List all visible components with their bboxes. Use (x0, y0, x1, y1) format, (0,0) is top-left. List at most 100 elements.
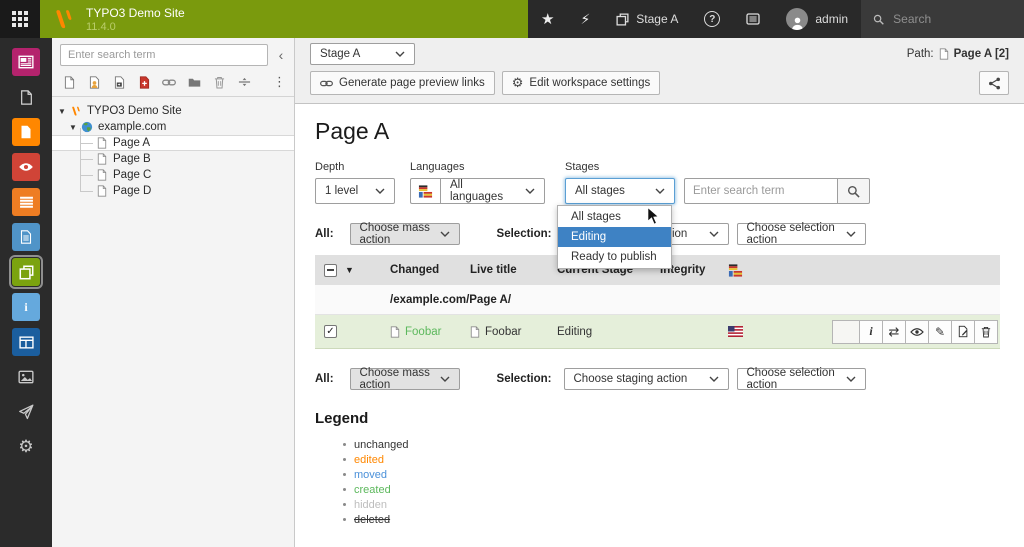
collapse-tree-button[interactable]: ‹ (272, 47, 290, 63)
selection-action-select[interactable]: Choose selection action (737, 368, 866, 390)
edit-button[interactable]: ✎ (929, 320, 952, 344)
help-menu-button[interactable]: ? (691, 0, 733, 38)
module-template[interactable] (12, 223, 40, 251)
typo3-version: 11.4.0 (86, 21, 185, 33)
new-shortcut-icon[interactable] (112, 75, 126, 89)
module-page[interactable] (12, 48, 40, 76)
caret-down-icon[interactable]: ▼ (345, 265, 354, 275)
stages-option-all[interactable]: All stages (558, 207, 671, 227)
page-title: Page A (315, 118, 1004, 145)
mass-action-select[interactable]: Choose mass action (350, 368, 460, 390)
workspace-search-input[interactable] (684, 178, 838, 204)
tree-more-options-button[interactable]: ⋮ (273, 74, 286, 90)
workspace-switcher[interactable]: Stage A (603, 0, 691, 38)
row-stage[interactable]: Editing (557, 326, 660, 338)
user-menu-button[interactable]: admin (773, 0, 861, 38)
expand-toggle-icon[interactable]: ▼ (68, 123, 78, 132)
chevron-down-icon (395, 51, 405, 57)
selection-label: Selection: (497, 228, 552, 240)
new-spacer-icon[interactable] (237, 75, 251, 89)
selection-action-value: Choose selection action (747, 222, 838, 246)
tree-node-root[interactable]: ▼ TYPO3 Demo Site (52, 103, 294, 119)
chevron-down-icon (846, 376, 856, 382)
table-row[interactable]: ✓ Foobar Foobar Editing (315, 315, 1000, 349)
share-button[interactable] (979, 71, 1009, 95)
bookmarks-button[interactable]: ★ (528, 0, 567, 38)
depth-select[interactable]: 1 level (315, 178, 395, 204)
header-changed[interactable]: Changed (390, 264, 470, 276)
module-dashboard[interactable] (12, 328, 40, 356)
module-func[interactable] (12, 188, 40, 216)
tree-search-row: ‹ (52, 38, 294, 70)
tree-node-label: example.com (98, 121, 166, 133)
star-icon: ★ (541, 10, 554, 28)
chevron-down-icon (525, 188, 535, 194)
module-settings[interactable]: ⚙ (12, 433, 40, 461)
new-backend-user-section-icon[interactable] (87, 75, 101, 89)
mass-action-select[interactable]: Choose mass action (350, 223, 460, 245)
page-tree: ▼ TYPO3 Demo Site ▼ example.com Page A (52, 97, 294, 547)
module-access[interactable] (12, 153, 40, 181)
stages-option-editing[interactable]: Editing (558, 227, 671, 247)
info-button[interactable]: i (860, 320, 883, 344)
rocket-icon (18, 404, 34, 420)
tree-node-page-c[interactable]: Page C (52, 167, 294, 183)
selection-action-select[interactable]: Choose selection action (737, 223, 866, 245)
doc-edit-icon (958, 325, 969, 338)
new-recycler-icon[interactable] (212, 75, 226, 89)
discard-button[interactable] (975, 320, 998, 344)
workspace-select[interactable]: Stage A (310, 43, 415, 65)
preview-button[interactable] (906, 320, 929, 344)
topbar-search-input[interactable] (893, 12, 1012, 26)
languages-select[interactable]: All languages (440, 178, 545, 204)
expand-toggle-icon[interactable]: ▼ (57, 107, 67, 116)
legend-item: deleted (343, 512, 1004, 527)
open-version-button[interactable] (952, 320, 975, 344)
live-title: Foobar (485, 326, 521, 338)
selection-action-value: Choose selection action (747, 367, 838, 391)
row-checkbox[interactable]: ✓ (324, 325, 337, 338)
workspace-search-button[interactable] (838, 178, 870, 204)
stages-option-ready[interactable]: Ready to publish (558, 247, 671, 267)
module-view[interactable] (12, 83, 40, 111)
staging-action-select[interactable]: Choose staging action (564, 368, 729, 390)
tree-node-site[interactable]: ▼ example.com (52, 119, 294, 135)
site-brand[interactable]: TYPO3 Demo Site 11.4.0 (40, 0, 528, 38)
legend-item: created (343, 482, 1004, 497)
edit-workspace-settings-button[interactable]: ⚙ Edit workspace settings (502, 71, 660, 95)
tree-search-input[interactable] (60, 44, 268, 66)
legend-item: moved (343, 467, 1004, 482)
image-icon (18, 370, 34, 384)
system-information-button[interactable] (733, 0, 773, 38)
tree-connector (80, 191, 93, 192)
module-filelist[interactable] (12, 363, 40, 391)
new-external-link-icon[interactable] (162, 75, 176, 89)
module-bar: i ⚙ (0, 38, 52, 547)
changed-title: Foobar (405, 326, 441, 338)
module-list[interactable] (12, 118, 40, 146)
module-info[interactable]: i (12, 293, 40, 321)
module-workspaces[interactable] (12, 258, 40, 286)
new-page-icon[interactable] (62, 75, 76, 89)
header-live-title[interactable]: Live title (470, 264, 557, 276)
stages-select[interactable]: All stages (565, 178, 675, 204)
depth-label: Depth (315, 161, 395, 173)
gear-icon: ⚙ (18, 437, 33, 457)
tree-node-label: Page A (113, 137, 150, 149)
send-to-stage-button[interactable]: ⇄ (883, 320, 906, 344)
clear-cache-button[interactable]: ⚡ (567, 0, 603, 38)
tree-node-page-a[interactable]: Page A (52, 135, 294, 151)
legend-label-unchanged: unchanged (354, 439, 408, 451)
mass-action-value: Choose mass action (360, 222, 432, 246)
tree-node-page-d[interactable]: Page D (52, 183, 294, 199)
table-path-row: /example.com/Page A/ (315, 285, 1000, 315)
module-upgrade[interactable] (12, 398, 40, 426)
new-mountpoint-icon[interactable] (137, 75, 151, 89)
tree-node-page-b[interactable]: Page B (52, 151, 294, 167)
modules-toggle-button[interactable] (0, 0, 40, 38)
tree-node-label: TYPO3 Demo Site (87, 105, 182, 117)
select-all-checkbox[interactable] (324, 264, 337, 277)
new-folder-icon[interactable] (187, 75, 201, 89)
generate-preview-links-button[interactable]: Generate page preview links (310, 71, 495, 95)
all-label: All: (315, 228, 334, 240)
